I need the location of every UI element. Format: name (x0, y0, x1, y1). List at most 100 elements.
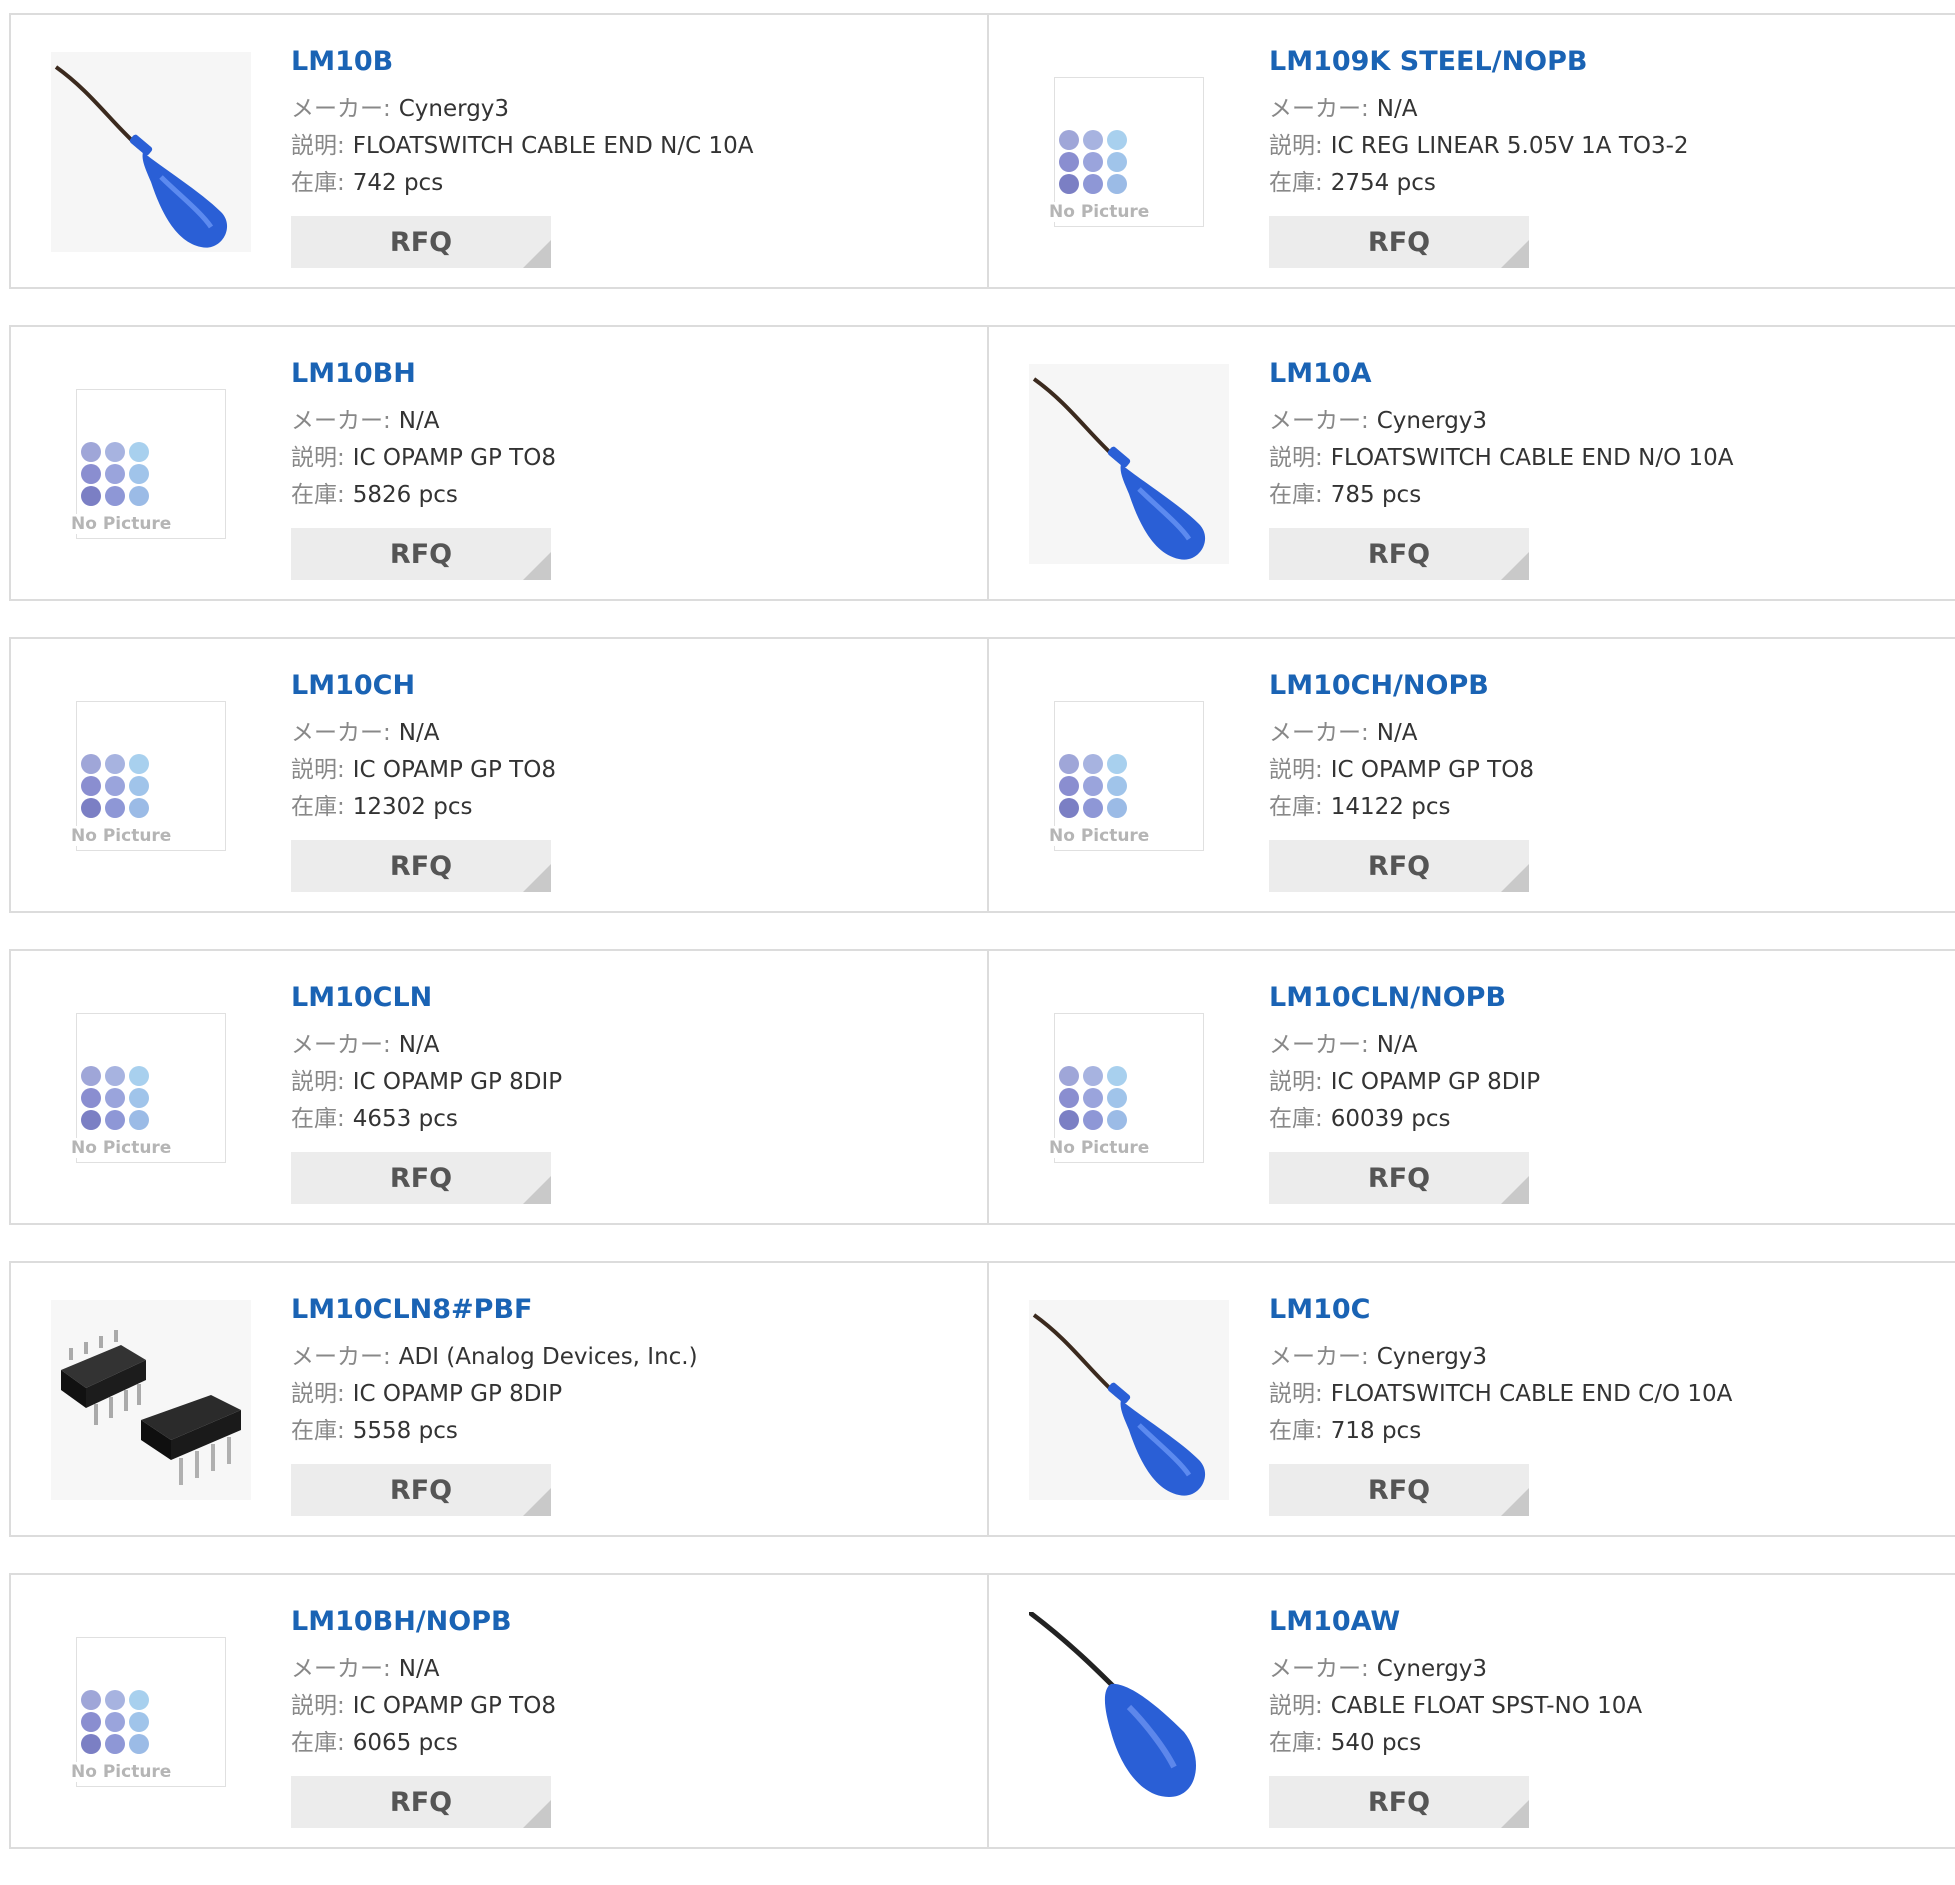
maker-value: N/A (398, 1656, 440, 1682)
product-info: LM10CH メーカー: N/A 説明: IC OPAMP GP TO8 在庫: 12… (291, 669, 556, 826)
maker-label: メーカー: (291, 1344, 391, 1370)
product-image[interactable]: No Picture (1029, 988, 1229, 1188)
no-picture-icon (1059, 130, 1127, 194)
rfq-label: RFQ (389, 1162, 453, 1194)
description-line: 説明: IC OPAMP GP TO8 (291, 752, 556, 789)
stock-line: 在庫: 60039 pcs (1269, 1101, 1540, 1138)
corner-decoration (523, 552, 551, 580)
maker-line: メーカー: N/A (1269, 91, 1689, 128)
maker-line: メーカー: ADI (Analog Devices, Inc.) (291, 1339, 698, 1376)
stock-line: 在庫: 6065 pcs (291, 1725, 556, 1762)
product-card: No Picture LM10CH/NOPB メーカー: N/A 説明: IC OP… (987, 639, 1955, 911)
rfq-label: RFQ (1367, 850, 1431, 882)
rfq-button[interactable]: RFQ (291, 1776, 551, 1828)
rfq-label: RFQ (389, 1786, 453, 1818)
stock-value: 5826 pcs (352, 482, 458, 508)
rfq-label: RFQ (1367, 538, 1431, 570)
stock-value: 12302 pcs (352, 794, 473, 820)
maker-line: メーカー: Cynergy3 (1269, 1339, 1732, 1376)
corner-decoration (1501, 240, 1529, 268)
corner-decoration (1501, 864, 1529, 892)
maker-value: ADI (Analog Devices, Inc.) (398, 1344, 698, 1370)
description-line: 説明: IC OPAMP GP TO8 (291, 440, 556, 477)
part-number-link[interactable]: LM10BH (291, 357, 556, 391)
stock-value: 742 pcs (352, 170, 444, 196)
no-picture-label: No Picture (1049, 826, 1154, 846)
product-info: LM10CLN メーカー: N/A 説明: IC OPAMP GP 8DIP 在庫:… (291, 981, 562, 1138)
maker-value: Cynergy3 (1376, 1656, 1488, 1682)
rfq-button[interactable]: RFQ (291, 1152, 551, 1204)
product-image[interactable]: No Picture (51, 1612, 251, 1812)
part-number-link[interactable]: LM10CLN/NOPB (1269, 981, 1540, 1015)
product-image[interactable]: No Picture (1029, 52, 1229, 252)
description-value: FLOATSWITCH CABLE END N/C 10A (352, 133, 754, 159)
product-card: LM10A メーカー: Cynergy3 説明: FLOATSWITCH CABLE… (987, 327, 1955, 599)
product-info: LM10A メーカー: Cynergy3 説明: FLOATSWITCH CABLE… (1269, 357, 1734, 514)
maker-value: N/A (1376, 1032, 1418, 1058)
description-label: 説明: (291, 133, 345, 159)
part-number-link[interactable]: LM10CLN8#PBF (291, 1293, 698, 1327)
description-line: 説明: FLOATSWITCH CABLE END N/O 10A (1269, 440, 1734, 477)
rfq-button[interactable]: RFQ (1269, 840, 1529, 892)
part-number-link[interactable]: LM10C (1269, 1293, 1732, 1327)
product-image[interactable] (51, 1300, 251, 1500)
part-number-link[interactable]: LM10CLN (291, 981, 562, 1015)
float-ball-icon (1029, 1612, 1229, 1812)
maker-label: メーカー: (1269, 1032, 1369, 1058)
rfq-button[interactable]: RFQ (291, 840, 551, 892)
product-card: LM10C メーカー: Cynergy3 説明: FLOATSWITCH CABLE… (987, 1263, 1955, 1535)
description-value: IC OPAMP GP TO8 (352, 1693, 556, 1719)
description-label: 説明: (291, 1381, 345, 1407)
product-card: LM10CLN8#PBF メーカー: ADI (Analog Devices, I… (11, 1263, 987, 1535)
product-image[interactable] (51, 52, 251, 252)
corner-decoration (523, 864, 551, 892)
float-switch-icon (51, 52, 251, 252)
part-number-link[interactable]: LM10BH/NOPB (291, 1605, 556, 1639)
stock-line: 在庫: 718 pcs (1269, 1413, 1732, 1450)
stock-value: 60039 pcs (1330, 1106, 1451, 1132)
stock-label: 在庫: (291, 170, 345, 196)
no-picture-label: No Picture (1049, 1138, 1154, 1158)
maker-label: メーカー: (1269, 720, 1369, 746)
product-image[interactable]: No Picture (51, 988, 251, 1188)
product-row: No Picture LM10CLN メーカー: N/A 説明: IC OPAMP … (9, 949, 1955, 1225)
part-number-link[interactable]: LM10CH (291, 669, 556, 703)
rfq-button[interactable]: RFQ (1269, 1152, 1529, 1204)
rfq-button[interactable]: RFQ (291, 1464, 551, 1516)
product-image[interactable]: No Picture (1029, 676, 1229, 876)
product-image[interactable]: No Picture (51, 676, 251, 876)
rfq-button[interactable]: RFQ (291, 528, 551, 580)
rfq-button[interactable]: RFQ (1269, 1776, 1529, 1828)
product-image[interactable]: No Picture (51, 364, 251, 564)
description-label: 説明: (291, 757, 345, 783)
maker-value: N/A (398, 1032, 440, 1058)
part-number-link[interactable]: LM10AW (1269, 1605, 1642, 1639)
product-image[interactable] (1029, 1300, 1229, 1500)
rfq-label: RFQ (1367, 1162, 1431, 1194)
description-value: CABLE FLOAT SPST-NO 10A (1330, 1693, 1643, 1719)
description-line: 説明: IC REG LINEAR 5.05V 1A TO3-2 (1269, 128, 1689, 165)
rfq-label: RFQ (389, 850, 453, 882)
product-image[interactable] (1029, 1612, 1229, 1812)
description-value: FLOATSWITCH CABLE END N/O 10A (1330, 445, 1734, 471)
product-card: No Picture LM109K STEEL/NOPB メーカー: N/A 説明… (987, 15, 1955, 287)
description-line: 説明: IC OPAMP GP TO8 (1269, 752, 1534, 789)
product-info: LM10C メーカー: Cynergy3 説明: FLOATSWITCH CABLE… (1269, 1293, 1732, 1450)
rfq-button[interactable]: RFQ (1269, 216, 1529, 268)
part-number-link[interactable]: LM10CH/NOPB (1269, 669, 1534, 703)
stock-line: 在庫: 785 pcs (1269, 477, 1734, 514)
maker-label: メーカー: (291, 1032, 391, 1058)
product-row: No Picture LM10CH メーカー: N/A 説明: IC OPAMP G… (9, 637, 1955, 913)
product-info: LM10CLN8#PBF メーカー: ADI (Analog Devices, I… (291, 1293, 698, 1450)
maker-label: メーカー: (291, 720, 391, 746)
rfq-button[interactable]: RFQ (1269, 1464, 1529, 1516)
rfq-button[interactable]: RFQ (1269, 528, 1529, 580)
rfq-button[interactable]: RFQ (291, 216, 551, 268)
stock-line: 在庫: 12302 pcs (291, 789, 556, 826)
part-number-link[interactable]: LM10A (1269, 357, 1734, 391)
part-number-link[interactable]: LM109K STEEL/NOPB (1269, 45, 1689, 79)
part-number-link[interactable]: LM10B (291, 45, 753, 79)
stock-label: 在庫: (291, 1730, 345, 1756)
stock-value: 4653 pcs (352, 1106, 458, 1132)
product-image[interactable] (1029, 364, 1229, 564)
